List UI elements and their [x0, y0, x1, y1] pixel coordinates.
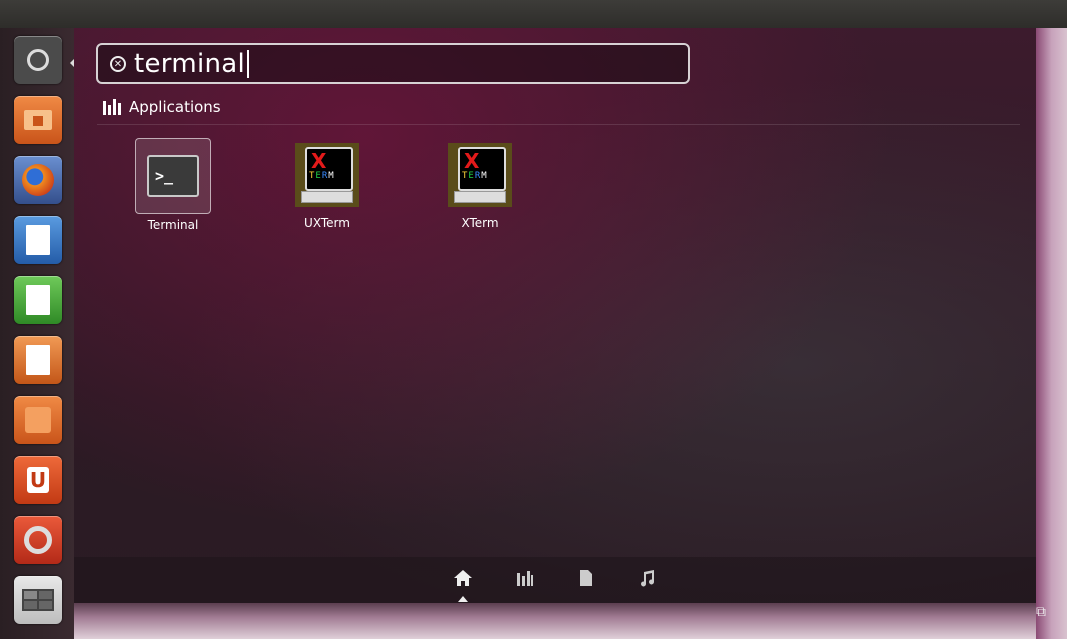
- applications-lens-icon[interactable]: [515, 568, 535, 592]
- result-label: XTerm: [461, 216, 499, 230]
- xterm-x-glyph: X: [311, 149, 327, 173]
- firefox-icon[interactable]: [14, 156, 62, 204]
- xterm-icon: X TERM: [443, 138, 517, 212]
- top-panel: [0, 0, 1067, 28]
- result-label: Terminal: [147, 218, 199, 232]
- dash-overlay: [74, 28, 1038, 639]
- search-query: terminal: [134, 48, 246, 79]
- active-lens-pointer: [458, 596, 468, 602]
- text-caret: [247, 49, 250, 78]
- xterm-term-glyph: TERM: [309, 171, 335, 181]
- home-folder-icon[interactable]: [14, 96, 62, 144]
- xterm-icon: X TERM: [290, 138, 364, 212]
- dash-border-right: [1036, 28, 1067, 639]
- ubuntu-dash-icon[interactable]: [14, 36, 62, 84]
- result-uxterm[interactable]: X TERM UXTerm: [272, 138, 382, 230]
- category-label: Applications: [129, 98, 221, 116]
- files-lens-icon[interactable]: [576, 568, 596, 592]
- search-input[interactable]: ✕ terminal: [96, 43, 690, 84]
- music-lens-icon[interactable]: [637, 568, 657, 592]
- maximize-dash-icon[interactable]: ⧉: [1036, 604, 1056, 622]
- launcher: U: [0, 28, 74, 639]
- xterm-x-glyph: X: [464, 149, 480, 173]
- libreoffice-impress-icon[interactable]: [14, 336, 62, 384]
- result-label: UXTerm: [304, 216, 350, 230]
- applications-category-icon: [103, 99, 121, 115]
- xterm-term-glyph: TERM: [462, 171, 488, 181]
- workspace-switcher-icon[interactable]: [14, 576, 62, 624]
- result-terminal[interactable]: >_ Terminal: [118, 138, 228, 232]
- dash-border-bottom: [74, 603, 1036, 639]
- ubuntu-one-icon[interactable]: U: [14, 456, 62, 504]
- category-header-applications[interactable]: Applications: [103, 98, 221, 116]
- lens-bar: [74, 557, 1036, 603]
- libreoffice-writer-icon[interactable]: [14, 216, 62, 264]
- category-divider: [97, 124, 1020, 125]
- terminal-icon: >_: [135, 138, 211, 214]
- clear-search-icon[interactable]: ✕: [110, 55, 126, 72]
- libreoffice-calc-icon[interactable]: [14, 276, 62, 324]
- system-settings-icon[interactable]: [14, 516, 62, 564]
- home-lens-icon[interactable]: [453, 568, 473, 592]
- result-xterm[interactable]: X TERM XTerm: [425, 138, 535, 230]
- software-center-icon[interactable]: [14, 396, 62, 444]
